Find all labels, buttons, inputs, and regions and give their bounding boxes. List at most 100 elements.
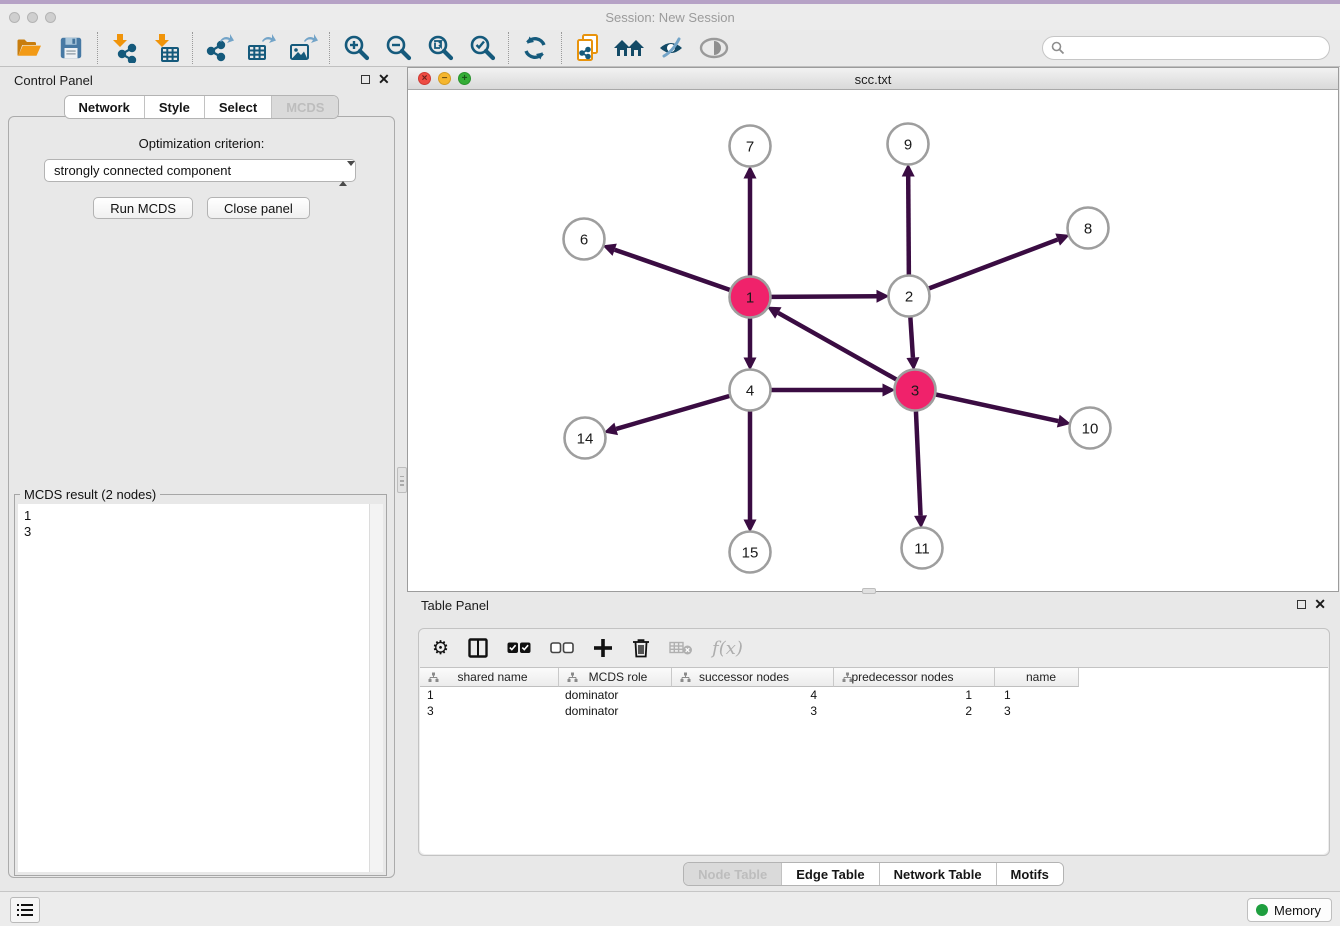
graph-edge[interactable] [908,176,909,274]
refresh-button[interactable] [514,31,556,65]
column-header-shared-name[interactable]: shared name [420,668,559,687]
cell-name[interactable]: 1 [995,687,1079,703]
main-toolbar [0,30,1340,67]
select-all-columns-icon[interactable] [507,642,531,654]
status-bar: Memory [0,891,1340,926]
graph-node-label: 1 [746,290,754,307]
table-row[interactable]: 1 dominator 4 1 1 [420,687,1328,703]
tab-network[interactable]: Network [65,96,144,118]
right-column: × − + scc.txt 7968124314101511 Table Pan… [407,67,1340,891]
graph-edge[interactable] [929,240,1058,289]
network-overview-button[interactable] [10,897,40,923]
add-column-icon[interactable] [593,638,613,658]
column-header-mcds-role[interactable]: MCDS role [559,668,672,687]
close-panel-button[interactable]: Close panel [207,197,310,219]
zoom-selected-icon [468,34,496,62]
column-header-successor-nodes[interactable]: successor nodes [672,668,834,687]
new-network-from-selection-button[interactable] [567,31,609,65]
zoom-in-icon [342,34,370,62]
control-panel-tabs: Network Style Select MCDS [0,95,403,119]
control-panel-title: Control Panel [14,73,93,88]
tab-select[interactable]: Select [204,96,271,118]
first-neighbors-button[interactable] [609,31,651,65]
mcds-result-area[interactable]: 1 3 [18,504,383,872]
graph-edge[interactable] [910,317,913,357]
graph-edge[interactable] [936,395,1058,422]
zoom-in-button[interactable] [335,31,377,65]
column-header-name[interactable]: name [995,668,1079,687]
network-window-titlebar[interactable]: × − + scc.txt [408,68,1338,90]
cell-mcds-role[interactable]: dominator [559,703,672,719]
table-container: ⚙ [418,628,1330,856]
import-table-button[interactable] [145,31,187,65]
control-panel-buttons: Run MCDS Close panel [0,197,403,219]
cell-successor-nodes[interactable]: 3 [672,703,834,719]
graph-node-label: 7 [746,139,754,156]
vertical-splitter-handle[interactable] [397,467,407,493]
tab-mcds[interactable]: MCDS [271,96,338,118]
float-table-panel-icon[interactable] [1297,600,1306,609]
column-type-icon [428,672,439,683]
show-all-button[interactable] [693,31,735,65]
table-row[interactable]: 3 dominator 3 2 3 [420,703,1328,719]
mcds-result-title: MCDS result (2 nodes) [20,487,160,502]
search-input[interactable] [1042,36,1330,60]
float-panel-icon[interactable] [361,75,370,84]
graph-edge[interactable] [771,296,876,297]
export-image-button[interactable] [282,31,324,65]
first-neighbors-houses-icon [613,35,647,61]
cell-mcds-role[interactable]: dominator [559,687,672,703]
cell-successor-nodes[interactable]: 4 [672,687,834,703]
workspace: Control Panel ✕ Network Style Select MCD… [0,67,1340,891]
export-network-icon [204,33,234,63]
criterion-select[interactable]: strongly connected component [44,159,356,182]
memory-button[interactable]: Memory [1247,898,1332,922]
table-settings-icon[interactable]: ⚙ [432,638,449,658]
export-network-button[interactable] [198,31,240,65]
cell-shared-name[interactable]: 3 [420,703,559,719]
toolbar-separator [329,32,330,64]
tab-edge-table[interactable]: Edge Table [781,863,878,885]
graph-edge[interactable] [616,396,729,429]
network-window-title: scc.txt [408,72,1338,87]
close-table-panel-icon[interactable]: ✕ [1314,596,1326,612]
cell-predecessor-nodes[interactable]: 1 [834,687,995,703]
tab-network-table[interactable]: Network Table [879,863,996,885]
open-session-button[interactable] [8,31,50,65]
mcds-result-text: 1 3 [24,508,31,540]
table-panel-tabs: Node Table Edge Table Network Table Moti… [407,862,1340,886]
cell-name[interactable]: 3 [995,703,1079,719]
zoom-fit-button[interactable] [419,31,461,65]
hide-selected-button[interactable] [651,31,693,65]
delete-column-icon[interactable] [632,638,650,658]
tab-style[interactable]: Style [144,96,204,118]
close-panel-icon[interactable]: ✕ [378,71,390,87]
column-header-predecessor-nodes[interactable]: predecessor nodes [834,668,995,687]
network-canvas[interactable]: 7968124314101511 [408,90,1338,591]
import-network-button[interactable] [103,31,145,65]
graph-node-label: 2 [905,289,913,306]
graph-edge[interactable] [778,313,896,379]
zoom-out-button[interactable] [377,31,419,65]
graph-edge[interactable] [916,411,921,515]
save-session-button[interactable] [50,31,92,65]
memory-label: Memory [1274,903,1321,918]
graph-node-label: 10 [1082,421,1099,438]
export-table-button[interactable] [240,31,282,65]
graph-edge[interactable] [615,250,730,290]
control-panel: Control Panel ✕ Network Style Select MCD… [0,67,403,891]
column-layout-icon[interactable] [468,638,488,658]
zoom-selected-button[interactable] [461,31,503,65]
tab-motifs[interactable]: Motifs [996,863,1063,885]
result-scrollbar[interactable] [369,504,383,872]
import-network-icon [109,33,139,63]
deselect-all-columns-icon[interactable] [550,642,574,654]
refresh-icon [521,34,549,62]
cell-predecessor-nodes[interactable]: 2 [834,703,995,719]
toolbar-search [1042,36,1330,60]
tab-node-table[interactable]: Node Table [684,863,781,885]
new-network-from-selection-icon [573,33,603,63]
cell-shared-name[interactable]: 1 [420,687,559,703]
run-mcds-button[interactable]: Run MCDS [93,197,193,219]
save-disk-icon [58,35,84,61]
